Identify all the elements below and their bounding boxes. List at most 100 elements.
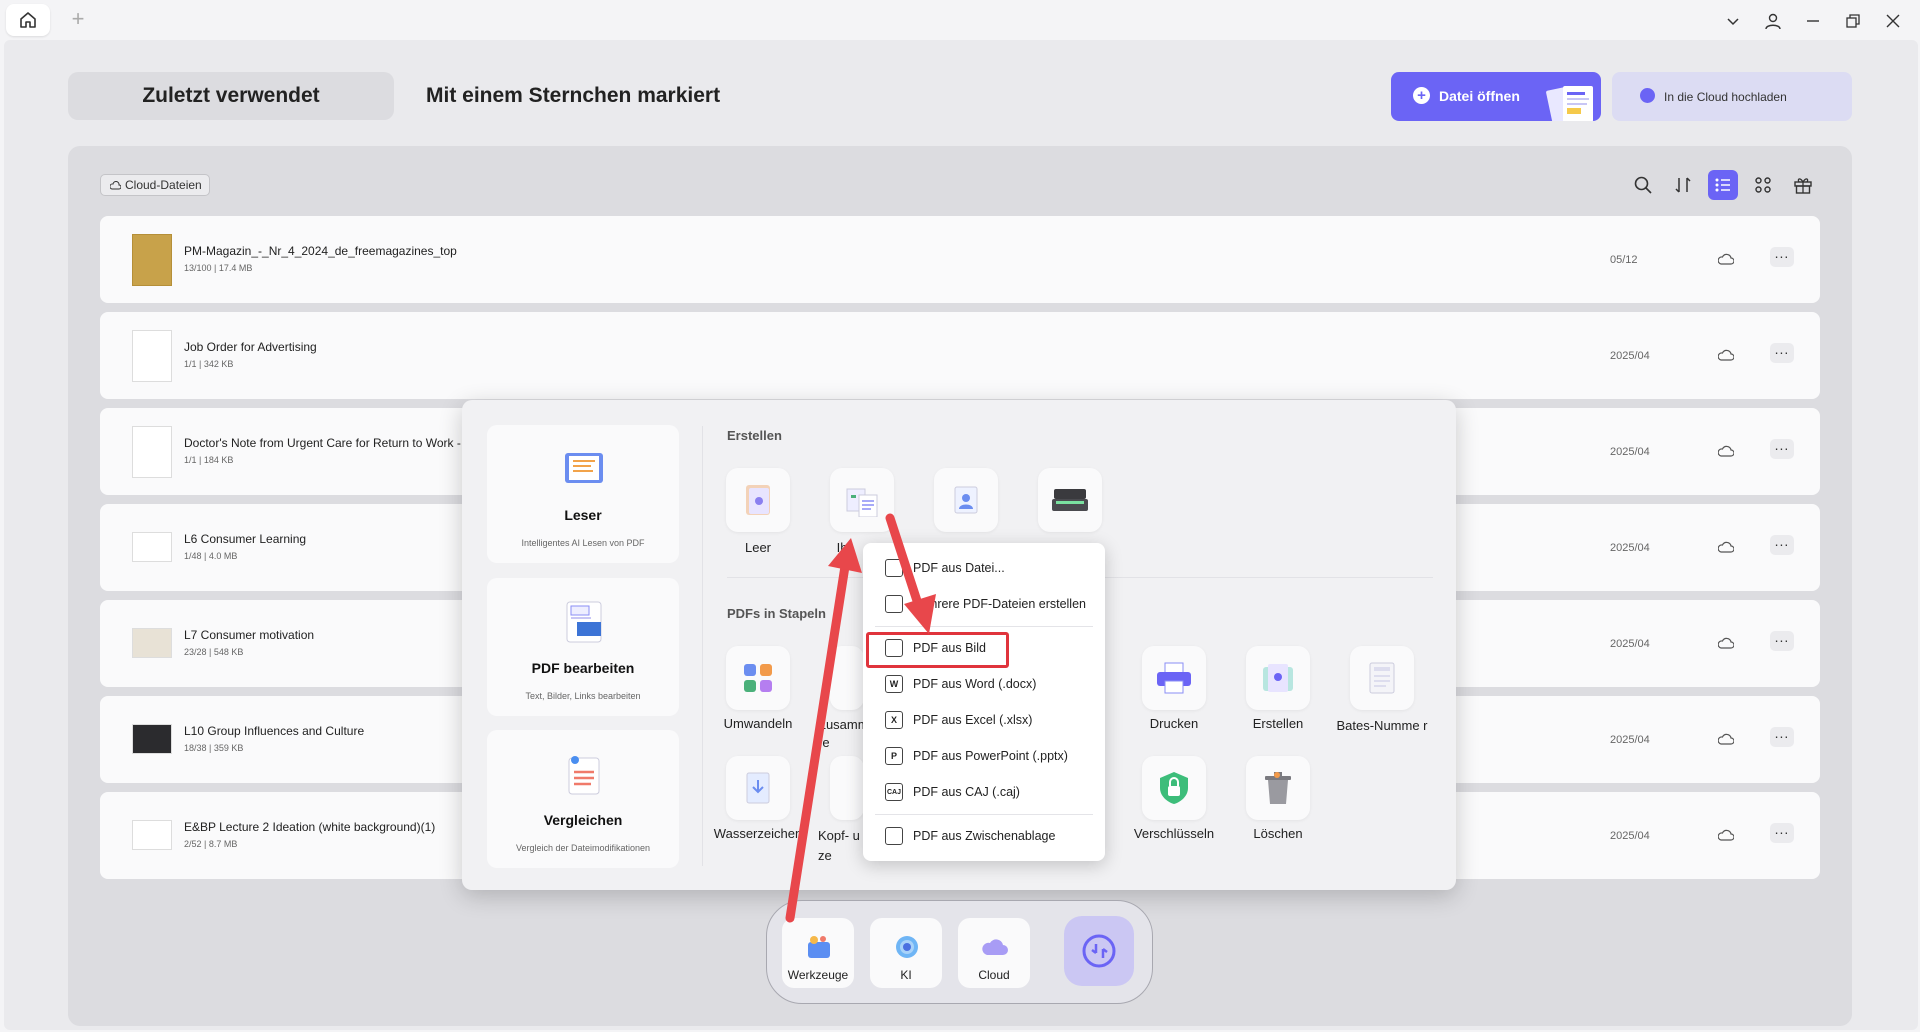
cloud-icon[interactable] [1718, 540, 1734, 554]
watermark-tile[interactable] [726, 756, 790, 820]
watermark-icon [746, 772, 770, 804]
gift-button[interactable] [1788, 170, 1818, 200]
tab-starred[interactable]: Mit einem Sternchen markiert [426, 72, 720, 120]
file-name: E&BP Lecture 2 Ideation (white backgroun… [184, 820, 436, 834]
grid-view-icon [1755, 177, 1771, 193]
more-options-button[interactable]: ... [1770, 342, 1794, 363]
file-thumbnail [132, 820, 172, 850]
edit-pdf-card[interactable]: PDF bearbeiten Text, Bilder, Links bearb… [487, 578, 679, 716]
card-title: PDF bearbeiten [531, 660, 635, 676]
word-icon: W [885, 675, 903, 693]
list-item[interactable]: Job Order for Advertising 1/1 | 342 KB 2… [100, 312, 1820, 399]
more-options-button[interactable]: ... [1770, 822, 1794, 843]
document-user-icon [954, 486, 978, 514]
scanner-icon [1052, 489, 1088, 511]
multiple-files-icon [885, 595, 903, 613]
cloud-icon [982, 939, 1008, 955]
delete-tile[interactable] [1246, 756, 1310, 820]
upload-cloud-label: In die Cloud hochladen [1664, 90, 1787, 104]
menu-item-pdf-from-caj[interactable]: CAJ PDF aus CAJ (.caj) [875, 777, 1093, 807]
from-file-tile[interactable] [830, 468, 894, 532]
more-options-button[interactable]: ... [1770, 246, 1794, 267]
new-tab-button[interactable]: + [66, 8, 90, 32]
user-icon[interactable] [1760, 8, 1786, 34]
file-date: 2025/04 [1610, 638, 1650, 650]
tools-button[interactable]: Werkzeuge [782, 918, 854, 988]
menu-item-label: Mehrere PDF-Dateien erstellen [913, 597, 1086, 611]
print-tile[interactable] [1142, 646, 1206, 710]
tab-recent[interactable]: Zuletzt verwendet [68, 72, 394, 120]
menu-item-multiple-pdfs[interactable]: Mehrere PDF-Dateien erstellen [875, 589, 1093, 619]
cloud-icon[interactable] [1718, 252, 1734, 266]
file-date: 2025/04 [1610, 734, 1650, 746]
scanner-tile[interactable] [1038, 468, 1102, 532]
caj-icon: CAJ [885, 783, 903, 801]
batch-heading: PDFs in Stapeln [727, 606, 826, 621]
minimize-icon[interactable] [1800, 8, 1826, 34]
cloud-button[interactable]: Cloud [958, 918, 1030, 988]
file-date: 2025/04 [1610, 542, 1650, 554]
card-subtitle: Text, Bilder, Links bearbeiten [525, 691, 641, 701]
bates-number-tile[interactable] [1350, 646, 1414, 710]
encrypt-tile[interactable] [1142, 756, 1206, 820]
cloud-icon[interactable] [1718, 444, 1734, 458]
tile-label: Zusamm re [818, 717, 869, 750]
open-file-button[interactable]: + Datei öffnen [1391, 72, 1601, 121]
more-options-button[interactable]: ... [1770, 534, 1794, 555]
list-item[interactable]: PM-Magazin_-_Nr_4_2024_de_freemagazines_… [100, 216, 1820, 303]
cloud-icon[interactable] [1718, 636, 1734, 650]
folder-icon [885, 559, 903, 577]
compare-card[interactable]: Vergleichen Vergleich der Dateimodifikat… [487, 730, 679, 868]
combine-tile[interactable] [830, 646, 864, 710]
convert-tile[interactable] [726, 646, 790, 710]
ai-button[interactable]: KI [870, 918, 942, 988]
create-document-icon [1263, 664, 1293, 692]
clipboard-icon [885, 827, 903, 845]
menu-item-pdf-from-excel[interactable]: X PDF aus Excel (.xlsx) [875, 705, 1093, 735]
dock-label: Werkzeuge [787, 968, 849, 982]
menu-item-label: PDF aus CAJ (.caj) [913, 785, 1020, 799]
lock-icon [1160, 772, 1188, 804]
file-thumbnail [132, 724, 172, 754]
file-thumbnail [132, 532, 172, 562]
compare-icon [568, 756, 600, 795]
list-view-button[interactable] [1708, 170, 1738, 200]
sort-icon [1675, 177, 1691, 193]
file-meta: 1/1 | 184 KB [184, 455, 234, 465]
powerpoint-icon: P [885, 747, 903, 765]
menu-item-pdf-from-powerpoint[interactable]: P PDF aus PowerPoint (.pptx) [875, 741, 1093, 771]
close-icon[interactable] [1880, 8, 1906, 34]
file-name: Job Order for Advertising [184, 340, 317, 354]
more-options-button[interactable]: ... [1770, 630, 1794, 651]
tile-label: Kopf- u ze [818, 828, 860, 863]
file-name: L10 Group Influences and Culture [184, 724, 365, 738]
blank-pdf-tile[interactable] [726, 468, 790, 532]
more-options-button[interactable]: ... [1770, 726, 1794, 747]
home-button[interactable] [6, 4, 50, 36]
cloud-icon[interactable] [1718, 348, 1734, 362]
grid-view-button[interactable] [1748, 170, 1778, 200]
scan-template-tile[interactable] [934, 468, 998, 532]
batch-create-tile[interactable] [1246, 646, 1310, 710]
header-footer-tile[interactable] [830, 756, 864, 820]
title-bar: + [0, 0, 1920, 40]
menu-item-pdf-from-clipboard[interactable]: PDF aus Zwischenablage [875, 821, 1093, 851]
edit-pdf-icon [566, 601, 602, 643]
search-button[interactable] [1628, 170, 1658, 200]
tile-label: Wasserzeichen [713, 826, 803, 841]
recent-history-button[interactable] [1064, 916, 1134, 986]
reader-card[interactable]: Leser Intelligentes AI Lesen von PDF [487, 425, 679, 563]
chevron-down-icon[interactable] [1720, 8, 1746, 34]
menu-separator [875, 814, 1093, 815]
upload-cloud-button[interactable]: In die Cloud hochladen [1612, 72, 1852, 121]
highlight-box [866, 632, 1009, 668]
more-options-button[interactable]: ... [1770, 438, 1794, 459]
cloud-files-filter[interactable]: Cloud-Dateien [100, 174, 210, 196]
sort-button[interactable] [1668, 170, 1698, 200]
menu-item-pdf-from-file[interactable]: PDF aus Datei... [875, 553, 1093, 583]
file-meta: 1/48 | 4.0 MB [184, 551, 238, 561]
cloud-icon[interactable] [1718, 828, 1734, 842]
restore-icon[interactable] [1840, 8, 1866, 34]
menu-item-pdf-from-word[interactable]: W PDF aus Word (.docx) [875, 669, 1093, 699]
cloud-icon[interactable] [1718, 732, 1734, 746]
